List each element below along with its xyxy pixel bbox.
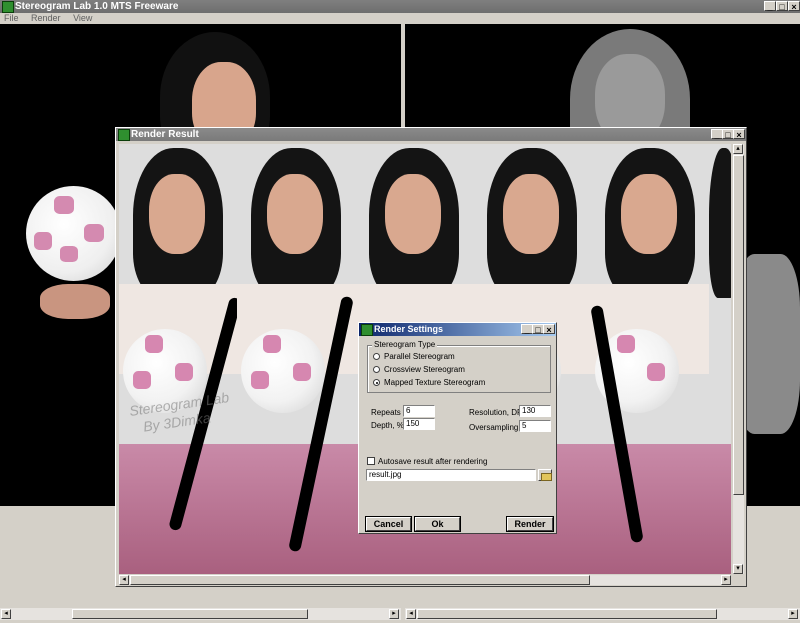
resolution-label: Resolution, DPI	[469, 408, 525, 417]
right-viewport-scrollbar[interactable]: ◂ ▸	[405, 608, 800, 620]
depth-label: Depth, %	[371, 421, 404, 430]
ok-button[interactable]: Ok	[414, 516, 461, 532]
browse-folder-button[interactable]	[538, 469, 552, 481]
filename-input[interactable]: result.jpg	[366, 469, 536, 481]
horizontal-scrollbar[interactable]: ◂ ▸	[119, 575, 731, 585]
app-title: Stereogram Lab 1.0 MTS Freeware	[15, 1, 179, 12]
render-settings-titlebar: Render Settings _ □ ×	[359, 323, 556, 336]
radio-button[interactable]	[373, 366, 380, 373]
autosave-checkbox[interactable]	[367, 457, 375, 465]
folder-icon	[541, 473, 552, 481]
menu-file[interactable]: File	[4, 13, 19, 23]
app-icon	[2, 1, 14, 13]
maximize-button[interactable]: □	[776, 1, 788, 12]
render-button[interactable]: Render	[506, 516, 554, 532]
render-result-titlebar: Render Result _ □ ×	[116, 128, 746, 141]
menu-bar: File Render View	[0, 13, 800, 24]
close-button[interactable]: ×	[733, 129, 745, 140]
group-label: Stereogram Type	[372, 340, 438, 349]
render-settings-title: Render Settings	[374, 324, 444, 334]
resolution-input[interactable]: 130	[519, 405, 551, 417]
cancel-button[interactable]: Cancel	[365, 516, 412, 532]
app-titlebar: Stereogram Lab 1.0 MTS Freeware _ □ ×	[0, 0, 800, 13]
autosave-label: Autosave result after rendering	[378, 457, 488, 466]
radio-button[interactable]	[373, 353, 380, 360]
left-viewport-scrollbar[interactable]: ◂ ▸	[0, 608, 401, 620]
oversampling-label: Oversampling	[469, 423, 519, 432]
radio-label: Mapped Texture Stereogram	[384, 378, 486, 387]
menu-view[interactable]: View	[73, 13, 92, 23]
close-button[interactable]: ×	[788, 1, 800, 12]
app-icon	[118, 129, 130, 141]
render-settings-dialog: Render Settings _ □ × Stereogram Type Pa…	[358, 322, 557, 534]
radio-label: Crossview Stereogram	[384, 365, 465, 374]
menu-render[interactable]: Render	[31, 13, 61, 23]
depth-input[interactable]: 150	[403, 418, 435, 430]
radio-label: Parallel Stereogram	[384, 352, 455, 361]
close-button[interactable]: ×	[543, 324, 555, 335]
app-icon	[361, 324, 373, 336]
minimize-button[interactable]: _	[764, 1, 776, 12]
render-result-title: Render Result	[131, 129, 199, 140]
repeats-input[interactable]: 6	[403, 405, 435, 417]
oversampling-input[interactable]: 5	[519, 420, 551, 432]
radio-button[interactable]	[373, 379, 380, 386]
repeats-label: Repeats	[371, 408, 401, 417]
vertical-scrollbar[interactable]: ▴ ▾	[733, 144, 744, 574]
stereogram-type-group: Stereogram Type Parallel Stereogram Cros…	[367, 340, 551, 393]
soccer-ball-image	[26, 186, 121, 281]
